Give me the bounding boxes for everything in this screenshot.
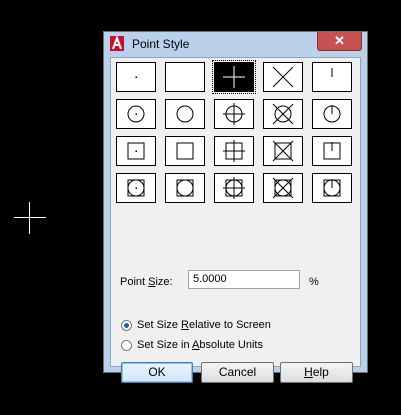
point-style-circle-square-dot[interactable] (116, 173, 156, 203)
point-style-square-x[interactable] (263, 136, 303, 166)
point-style-x[interactable] (263, 62, 303, 92)
point-style-circle[interactable] (165, 99, 205, 129)
cancel-button[interactable]: Cancel (201, 362, 274, 383)
point-style-dialog: Point Style ✕ Point Size: 5.0000 % Set S… (103, 31, 368, 383)
square-tick-icon (323, 142, 341, 160)
circle-dot-icon (127, 105, 145, 123)
title-bar[interactable]: Point Style ✕ (104, 32, 367, 56)
dialog-client-area: Point Size: 5.0000 % Set Size Relative t… (110, 57, 361, 383)
point-style-tick[interactable] (312, 62, 352, 92)
circle-square-plus-icon (223, 177, 245, 199)
point-style-square-plus[interactable] (214, 136, 254, 166)
point-style-none[interactable] (165, 62, 205, 92)
close-button[interactable]: ✕ (317, 32, 362, 51)
point-style-circle-dot[interactable] (116, 99, 156, 129)
point-style-circle-square-x[interactable] (263, 173, 303, 203)
dialog-title: Point Style (132, 37, 190, 51)
point-style-circle-tick[interactable] (312, 99, 352, 129)
circle-plus-icon (223, 103, 245, 125)
square-plus-icon (223, 140, 245, 162)
point-size-unit: % (309, 276, 319, 288)
close-icon: ✕ (334, 33, 345, 48)
absolute-units-radio[interactable] (121, 340, 132, 351)
circle-square-tick-icon (323, 179, 341, 197)
point-size-input[interactable]: 5.0000 (188, 270, 300, 289)
none-icon (166, 63, 204, 91)
point-style-square[interactable] (165, 136, 205, 166)
circle-tick-icon (323, 105, 341, 123)
square-icon (176, 142, 194, 160)
ok-button[interactable]: OK (121, 362, 193, 383)
point-size-label: Point Size: (120, 276, 173, 288)
point-style-circle-square-tick[interactable] (312, 173, 352, 203)
help-button[interactable]: Help (280, 362, 353, 383)
point-style-circle-x[interactable] (263, 99, 303, 129)
autocad-app-icon (110, 36, 124, 51)
circle-icon (176, 105, 194, 123)
point-style-plus[interactable] (212, 60, 256, 94)
square-dot-icon (127, 142, 145, 160)
point-style-circle-square-plus[interactable] (214, 173, 254, 203)
circle-square-icon (176, 179, 194, 197)
plus-icon (223, 66, 245, 88)
square-x-icon (272, 140, 294, 162)
circle-x-icon (272, 103, 294, 125)
point-style-square-dot[interactable] (116, 136, 156, 166)
relative-to-screen-radio[interactable] (121, 320, 132, 331)
relative-to-screen-label[interactable]: Set Size Relative to Screen (137, 319, 271, 331)
point-style-circle-square[interactable] (165, 173, 205, 203)
circle-square-x-icon (272, 177, 294, 199)
cursor-crosshair-icon (14, 202, 46, 234)
point-style-dot[interactable] (116, 62, 156, 92)
point-style-square-tick[interactable] (312, 136, 352, 166)
point-style-circle-plus[interactable] (214, 99, 254, 129)
x-icon (272, 66, 294, 88)
tick-icon (331, 68, 333, 77)
circle-square-dot-icon (127, 179, 145, 197)
absolute-units-label[interactable]: Set Size in Absolute Units (137, 339, 263, 351)
dot-icon (135, 76, 137, 78)
